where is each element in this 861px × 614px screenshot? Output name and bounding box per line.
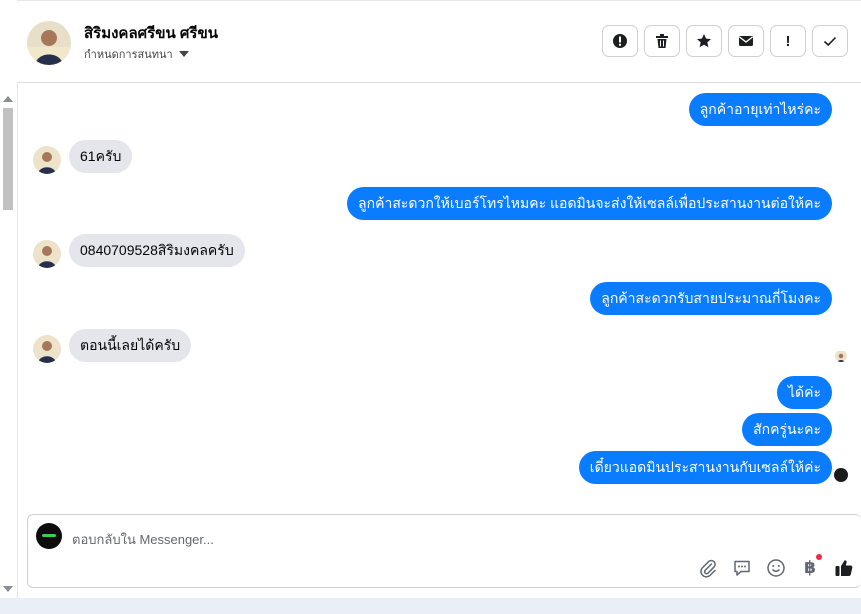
payment-button[interactable]: ฿ [799,554,822,579]
message-thread: ลูกค้าอายุเท่าไหร่คะ 61ครับ ลูกค้าสะดวกใ… [17,82,861,508]
like-button[interactable] [833,557,855,579]
spam-button[interactable]: ! [770,25,806,57]
scroll-down-arrow-icon[interactable] [3,586,13,592]
contact-avatar-small [33,146,61,174]
window-bottom-strip [0,598,861,614]
report-button[interactable] [602,25,638,57]
star-icon [697,34,711,48]
thread-scrollbar[interactable] [0,0,18,598]
trash-icon [656,34,668,48]
conversation-actions: ! [602,25,848,57]
conversation-label-text: กำหนดการสนทนา [84,49,173,61]
message-incoming[interactable]: 0840709528สิริมงคลครับ [69,234,245,267]
report-icon [613,34,627,48]
contact-name[interactable]: สิริมงคลศรีขน ศรีขน [84,21,218,45]
reply-input[interactable]: ตอบกลับใน Messenger... [72,529,214,550]
contact-avatar[interactable] [27,21,71,65]
scroll-up-arrow-icon[interactable] [3,96,13,102]
mark-unread-button[interactable] [728,25,764,57]
smiley-icon [767,559,785,577]
composer-toolbar: ฿ [697,554,855,579]
paperclip-icon [700,559,716,578]
mark-done-button[interactable] [812,25,848,57]
contact-avatar-small [33,240,61,268]
mail-icon [739,36,753,46]
attach-button[interactable] [697,557,719,579]
message-outgoing[interactable]: เดี๋ยวแอดมินประสานงานกับเซลล์ให้ค่ะ [578,451,832,484]
contact-avatar-small [33,335,61,363]
page-seen-avatar-icon [834,468,848,482]
caret-down-icon [178,51,189,57]
check-icon [823,36,837,47]
conversation-label-dropdown[interactable]: กำหนดการสนทนา [84,45,189,63]
star-button[interactable] [686,25,722,57]
saved-replies-button[interactable] [731,557,753,579]
seen-avatar-icon [835,350,847,362]
reply-composer[interactable]: ตอบกลับใน Messenger... ฿ [27,514,861,588]
thumbs-up-icon [835,560,853,576]
message-incoming[interactable]: 61ครับ [69,140,133,173]
message-incoming[interactable]: ตอนนี้เลยได้ครับ [69,329,192,362]
emoji-button[interactable] [765,557,787,579]
chat-bubble-icon [734,560,750,576]
message-outgoing[interactable]: ได้ค่ะ [776,376,832,409]
exclamation-icon: ! [785,32,791,50]
conversation-header: สิริมงคลศรีขน ศรีขน กำหนดการสนทนา ! [17,0,861,83]
message-outgoing[interactable]: สักครู่นะคะ [742,413,832,446]
delete-button[interactable] [644,25,680,57]
notification-dot [816,554,822,560]
message-outgoing[interactable]: ลูกค้าอายุเท่าไหร่คะ [688,93,832,126]
message-outgoing[interactable]: ลูกค้าสะดวกรับสายประมาณกี่โมงคะ [590,282,832,315]
baht-icon: ฿ [804,558,816,577]
messenger-inbox-pane: สิริมงคลศรีขน ศรีขน กำหนดการสนทนา ! ลูกค… [0,0,861,614]
scroll-thumb[interactable] [3,108,13,210]
message-outgoing[interactable]: ลูกค้าสะดวกให้เบอร์โทรไหมคะ แอดมินจะส่งใ… [347,187,832,220]
page-avatar [36,523,62,549]
